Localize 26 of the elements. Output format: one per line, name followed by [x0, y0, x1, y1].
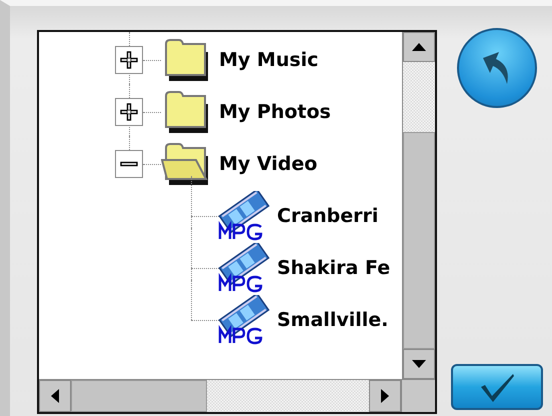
video-file-icon	[217, 243, 271, 293]
expander-box[interactable]	[115, 46, 143, 74]
vertical-scrollbar[interactable]	[402, 32, 435, 379]
file-label[interactable]: Shakira Fe	[277, 257, 390, 279]
scroll-up-button[interactable]	[403, 32, 435, 62]
scroll-thumb[interactable]	[403, 132, 435, 349]
folder-label[interactable]: My Music	[219, 49, 318, 71]
down-arrow-icon	[412, 360, 426, 368]
horizontal-scrollbar[interactable]	[39, 380, 401, 412]
folder-label[interactable]: My Photos	[219, 101, 331, 123]
file-label[interactable]: Smallville.	[277, 309, 388, 331]
video-file-icon	[217, 191, 271, 241]
expander-box[interactable]	[115, 98, 143, 126]
video-file-icon	[217, 295, 271, 345]
open-folder-icon	[161, 142, 211, 186]
right-arrow-icon	[381, 389, 389, 403]
up-arrow-icon	[412, 43, 426, 51]
ok-button[interactable]	[450, 364, 542, 410]
scroll-down-button[interactable]	[403, 349, 435, 379]
left-arrow-icon	[51, 389, 59, 403]
file-label[interactable]: Cranberri	[277, 205, 378, 227]
scroll-right-button[interactable]	[369, 380, 401, 412]
scroll-thumb[interactable]	[71, 380, 207, 412]
scroll-left-button[interactable]	[39, 380, 71, 412]
expander-box[interactable]	[115, 150, 143, 178]
folder-label[interactable]: My Video	[219, 153, 318, 175]
